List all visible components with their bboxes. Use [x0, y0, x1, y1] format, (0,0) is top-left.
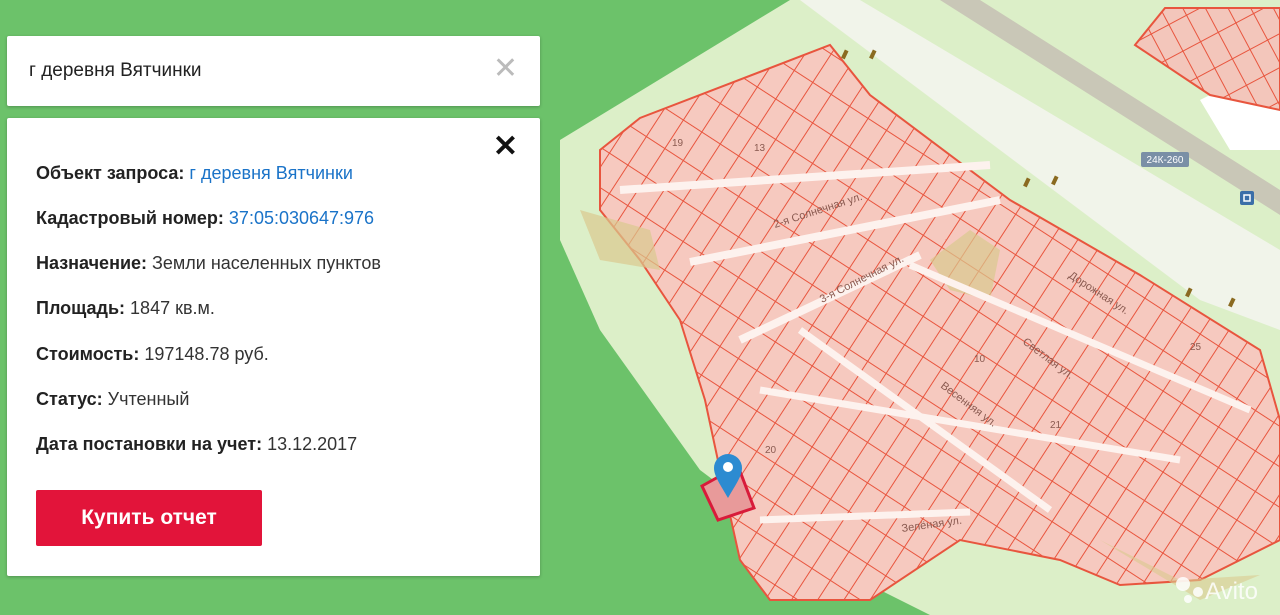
info-label: Дата постановки на учет:	[36, 434, 268, 454]
object-link[interactable]: г деревня Вятчинки	[189, 163, 352, 183]
info-value: Учтенный	[107, 389, 190, 409]
svg-text:24К-260: 24К-260	[1147, 155, 1184, 166]
search-input[interactable]: г деревня Вятчинки	[29, 60, 202, 82]
info-row-object: Объект запроса: г деревня Вятчинки	[36, 163, 353, 184]
parcel-number: 25	[1190, 342, 1202, 353]
info-value: 1847 кв.м.	[130, 298, 215, 318]
clear-search-icon[interactable]: ✕	[493, 54, 518, 84]
parcel-number: 21	[1050, 420, 1062, 431]
info-value: 197148.78 руб.	[144, 344, 269, 364]
info-row-cadastral: Кадастровый номер: 37:05:030647:976	[36, 208, 374, 229]
info-row-status: Статус: Учтенный	[36, 389, 189, 410]
parcel-number: 13	[754, 143, 766, 154]
property-info-panel: ✕ Объект запроса: г деревня Вятчинки Кад…	[7, 118, 540, 576]
info-row-purpose: Назначение: Земли населенных пунктов	[36, 253, 381, 274]
road-number-badge: 24К-260	[1141, 152, 1189, 167]
info-label: Площадь:	[36, 298, 131, 318]
info-row-registration-date: Дата постановки на учет: 13.12.2017	[36, 434, 357, 455]
search-box[interactable]: г деревня Вятчинки ✕	[7, 36, 540, 106]
buy-report-button[interactable]: Купить отчет	[36, 490, 262, 546]
info-label: Объект запроса:	[36, 163, 190, 183]
info-label: Кадастровый номер:	[36, 208, 229, 228]
highway-sign-icon	[1240, 191, 1254, 205]
close-icon[interactable]: ✕	[493, 132, 518, 162]
info-label: Статус:	[36, 389, 108, 409]
info-label: Стоимость:	[36, 344, 145, 364]
parcel-number: 20	[765, 445, 777, 456]
info-value: 13.12.2017	[267, 434, 358, 454]
cadastral-number-link[interactable]: 37:05:030647:976	[229, 208, 374, 228]
parcel-number: 19	[672, 138, 684, 149]
info-value: Земли населенных пунктов	[152, 253, 381, 273]
svg-text:Avito: Avito	[1205, 578, 1258, 605]
info-row-cost: Стоимость: 197148.78 руб.	[36, 344, 269, 365]
info-row-area: Площадь: 1847 кв.м.	[36, 298, 215, 319]
parcel-number: 10	[974, 354, 986, 365]
info-label: Назначение:	[36, 253, 153, 273]
